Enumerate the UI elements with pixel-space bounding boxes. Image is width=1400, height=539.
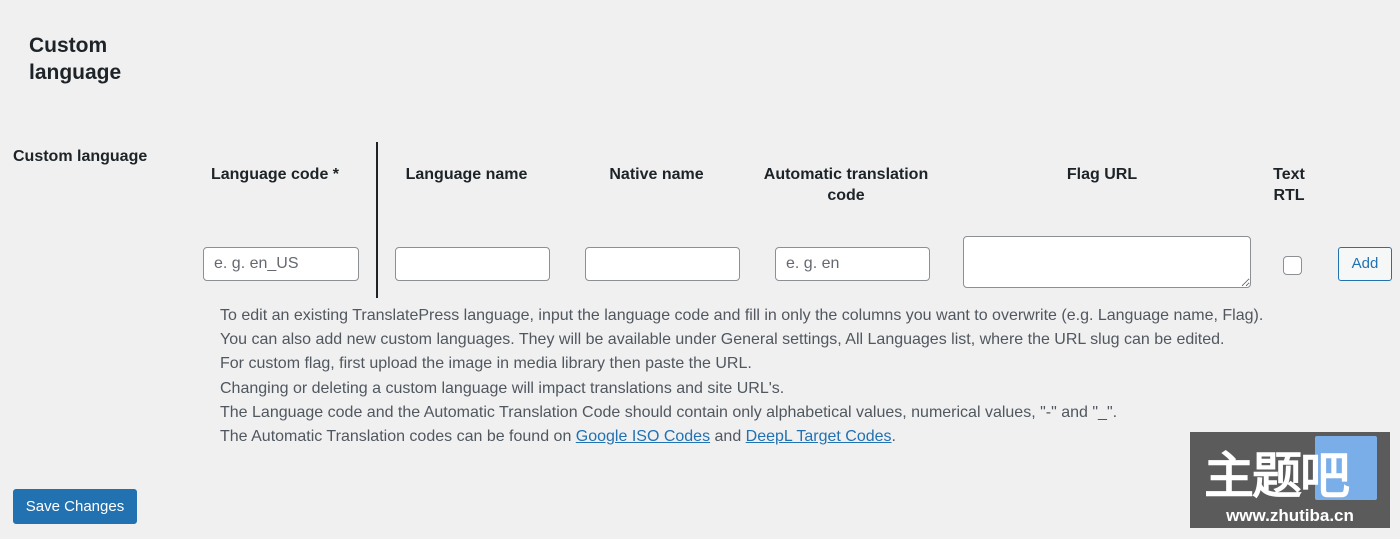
- watermark-logo: 主题吧 www.zhutiba.cn: [1190, 432, 1390, 528]
- add-button[interactable]: Add: [1338, 247, 1392, 281]
- deepl-target-codes-link[interactable]: DeepL Target Codes: [746, 428, 892, 445]
- column-header-language-name: Language name: [405, 166, 528, 183]
- description-line: To edit an existing TranslatePress langu…: [220, 307, 1264, 324]
- page-title: Custom language: [29, 34, 122, 84]
- language-name-input[interactable]: [395, 247, 550, 281]
- links-suffix: .: [891, 428, 896, 446]
- description-line: The Language code and the Automatic Tran…: [220, 403, 1118, 421]
- watermark-text: 主题吧: [1204, 447, 1350, 505]
- auto-translation-code-input[interactable]: [775, 247, 930, 281]
- links-middle: and: [710, 428, 746, 446]
- google-iso-codes-link[interactable]: Google ISO Codes: [576, 428, 710, 445]
- column-header-flag-url: Flag URL: [1066, 166, 1138, 183]
- language-code-input[interactable]: [203, 247, 359, 281]
- column-header-language-code: Language code *: [210, 166, 340, 183]
- column-header-text-rtl: Text RTL: [1273, 166, 1305, 204]
- row-label: Custom language: [13, 148, 148, 165]
- description-line-links: The Automatic Translation codes can be f…: [220, 425, 1263, 449]
- description: To edit an existing TranslatePress langu…: [220, 304, 1263, 449]
- vertical-divider: [376, 142, 378, 298]
- watermark-url: www.zhutiba.cn: [1226, 506, 1354, 525]
- save-changes-button[interactable]: Save Changes: [13, 489, 137, 524]
- description-line: Changing or deleting a custom language w…: [220, 379, 785, 397]
- description-line: You can also add new custom languages. T…: [220, 331, 1225, 349]
- text-rtl-checkbox[interactable]: [1283, 256, 1302, 275]
- column-header-native-name: Native name: [609, 166, 704, 183]
- flag-url-textarea[interactable]: [963, 236, 1251, 288]
- description-line: For custom flag, first upload the image …: [220, 355, 752, 373]
- native-name-input[interactable]: [585, 247, 740, 281]
- column-header-auto-translation-code: Automatic translation code: [763, 166, 929, 204]
- links-prefix: The Automatic Translation codes can be f…: [220, 428, 576, 446]
